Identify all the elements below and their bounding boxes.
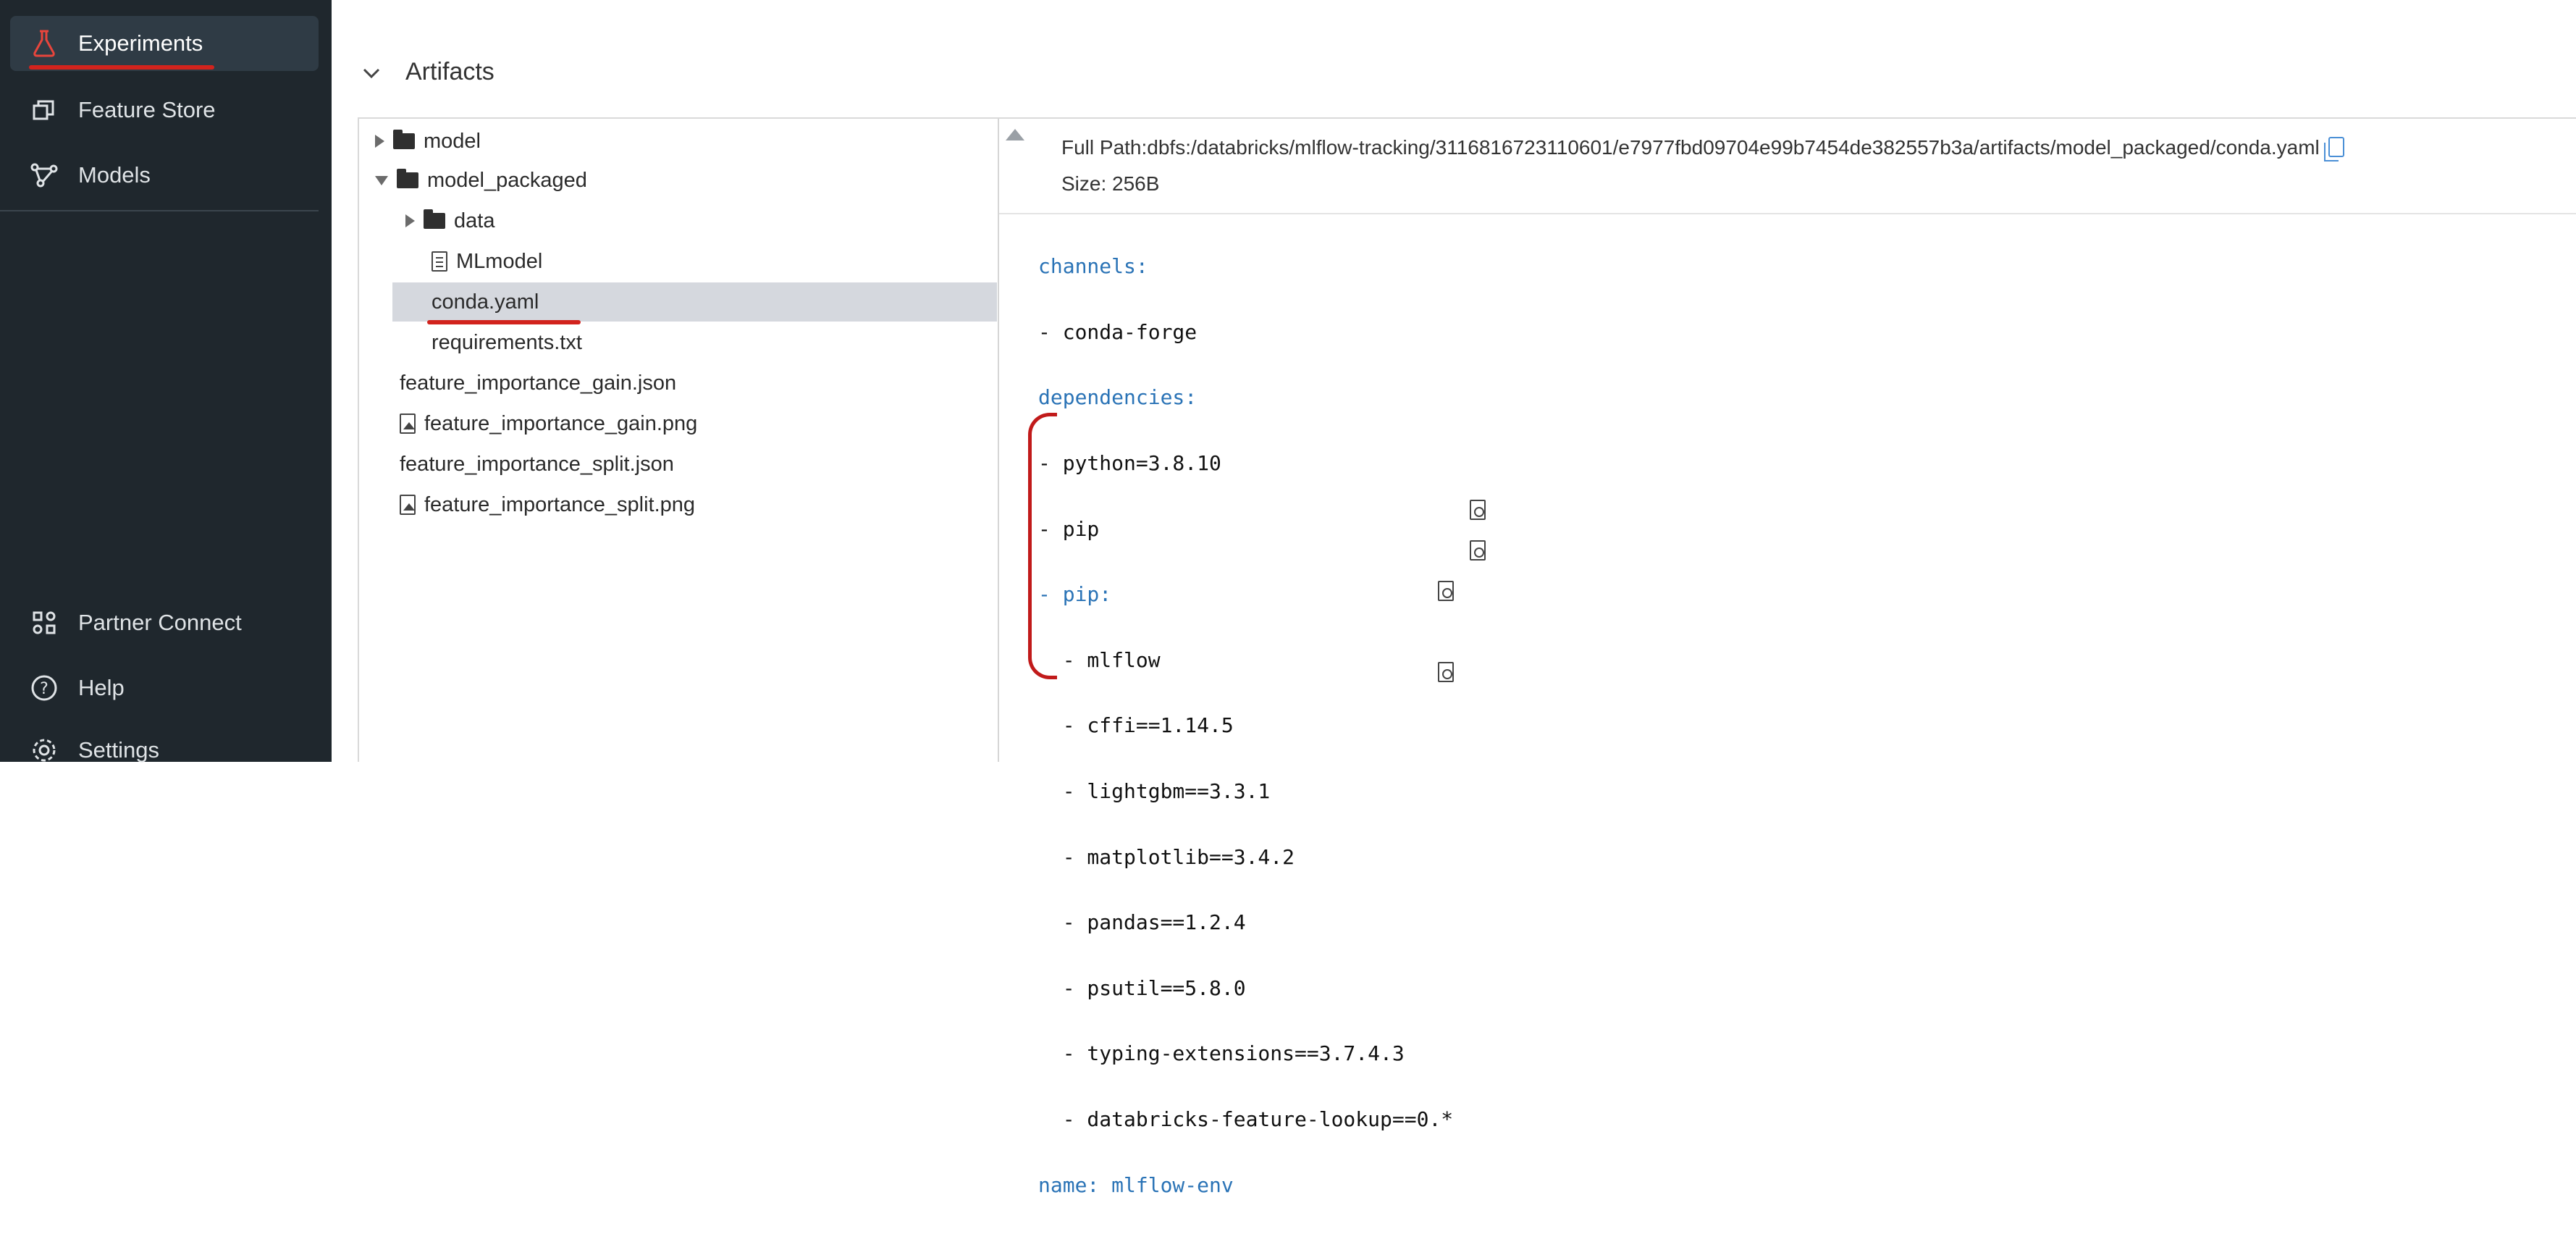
folder-icon [424,209,445,229]
sidebar-item-label: Experiments [78,30,203,56]
models-icon [26,157,62,193]
sidebar-item-help[interactable]: ? Help [10,660,319,715]
code-line-text: name: mlflow-env [1038,1172,1234,1197]
sidebar-item-label: Settings [78,737,160,763]
image-file-icon [400,414,416,434]
code-line: - pandas==1.2.4 [1038,910,1246,935]
artifacts-section-toggle[interactable]: Artifacts [362,46,494,97]
code-line: name: mlflow-env [1038,1169,1453,1201]
partner-connect-icon [26,605,62,641]
tree-item-label: feature_importance_split.png [424,492,696,516]
copy-icon[interactable] [2323,137,2344,161]
tree-item-requirements[interactable]: requirements.txt [432,323,1486,561]
file-icon [1470,500,1486,520]
code-line: - matplotlib==3.4.2 [1038,844,1295,869]
sidebar: Experiments Feature Store Models Partner… [0,0,332,763]
code-line-text: channels: [1038,254,1148,279]
code-line: - pip [1038,516,1100,541]
details-divider [999,213,2576,214]
feature-store-icon [26,92,62,128]
tree-item-label: MLmodel [456,249,543,273]
red-bracket-annotation [1028,413,1057,679]
tree-item-feature-importance-split-png[interactable]: feature_importance_split.png [400,485,695,524]
code-line: - python=3.8.10 [1038,451,1221,476]
tree-item-label: feature_importance_gain.json [400,371,677,395]
sidebar-divider [0,210,319,211]
full-path-text: Full Path:dbfs:/databricks/mlflow-tracki… [1061,136,2320,159]
pane-divider[interactable] [998,119,999,762]
yaml-content: channels: - conda-forge dependencies: - … [1038,217,1453,1234]
code-line: - lightgbm==3.3.1 [1038,779,1271,804]
flask-icon [26,25,62,62]
tree-item-model[interactable]: model [375,122,481,161]
tree-item-feature-importance-gain-png[interactable]: feature_importance_gain.png [400,404,697,443]
image-file-icon [400,495,416,515]
sidebar-item-label: Partner Connect [78,610,242,635]
sidebar-item-feature-store[interactable]: Feature Store [10,83,319,138]
tree-item-label: data [454,209,495,232]
tree-item-feature-importance-split-json[interactable]: feature_importance_split.json [400,445,1454,682]
red-underline-annotation [29,65,214,70]
code-line: - mlflow [1038,647,1161,672]
code-line: - pip: [1038,578,1453,610]
code-line-text: dependencies: [1038,385,1197,410]
caret-right-icon[interactable] [375,135,384,148]
tree-item-feature-importance-gain-json[interactable]: feature_importance_gain.json [400,364,1454,601]
chevron-down-icon [362,58,381,86]
caret-right-icon[interactable] [405,214,415,227]
folder-icon [393,130,415,149]
code-line: - databricks-feature-lookup==0.* [1038,1107,1454,1132]
file-icon [1470,540,1486,561]
file-size: Size: 256B [1061,172,1160,195]
sidebar-item-partner-connect[interactable]: Partner Connect [10,595,319,650]
code-line: - typing-extensions==3.7.4.3 [1038,1041,1405,1066]
help-icon: ? [26,670,62,706]
tree-item-label: conda.yaml [432,290,539,314]
code-line: - conda-forge [1038,319,1197,344]
code-line: channels: [1038,250,1453,282]
tree-item-label: model [424,129,481,153]
sidebar-item-models[interactable]: Models [10,148,319,203]
settings-icon [26,732,62,768]
code-line: dependencies: [1038,381,1453,414]
tree-item-label: feature_importance_gain.png [424,411,698,435]
code-line: - cffi==1.14.5 [1038,713,1234,738]
folder-icon [397,169,418,188]
tree-item-model-packaged[interactable]: model_packaged [375,161,587,200]
code-line: - psutil==5.8.0 [1038,975,1246,1000]
section-title: Artifacts [405,57,494,85]
tree-item-label: feature_importance_split.json [400,452,674,476]
full-path: Full Path:dbfs:/databricks/mlflow-tracki… [1061,136,2344,161]
tree-item-label: model_packaged [427,168,587,192]
tree-item-label: requirements.txt [432,330,582,354]
tree-item-data[interactable]: data [405,201,494,240]
tree-item-mlmodel[interactable]: MLmodel [432,242,542,281]
sidebar-item-label: Feature Store [78,97,216,122]
scroll-up-arrow-icon[interactable] [1006,129,1024,140]
svg-text:?: ? [40,680,49,698]
file-icon [432,251,447,272]
sidebar-item-experiments[interactable]: Experiments [10,16,319,71]
sidebar-item-label: Help [78,675,125,700]
tree-item-conda-yaml[interactable]: conda.yaml [432,282,1486,520]
sidebar-item-settings[interactable]: Settings [10,723,319,778]
caret-down-icon[interactable] [375,175,388,185]
sidebar-item-label: Models [78,162,151,188]
